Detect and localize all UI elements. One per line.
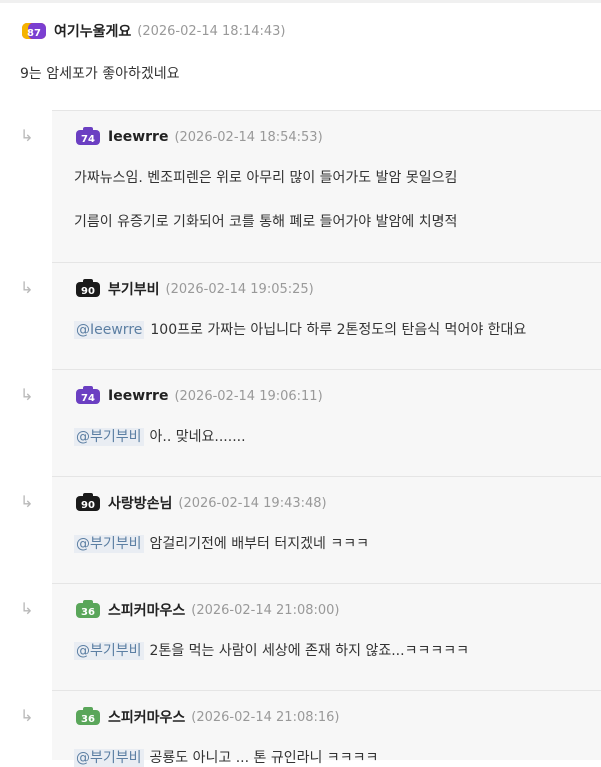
reply-comment: 90 사랑방손님 (2026-02-14 19:43:48) @부기부비 암걸리기전에 …	[52, 476, 601, 584]
comment-nickname[interactable]: 여기누울게요	[54, 21, 131, 41]
level-badge: 87	[20, 21, 48, 41]
comment-text: 9는 암세포가 좋아하겠네요	[20, 66, 180, 82]
reply-text-content: 암걸리기전에 배부터 터지겠네 ㅋㅋㅋ	[149, 536, 369, 552]
reply-text-content: 공룡도 아니고 ... 톤 규인라니 ㅋㅋㅋㅋ	[149, 750, 379, 766]
reply-text: @부기부비 아.. 맞네요.......	[74, 426, 246, 446]
reply-nickname[interactable]: Ieewrre	[108, 388, 168, 404]
level-badge: 90	[74, 279, 102, 299]
level-badge: 36	[74, 707, 102, 727]
reply-text-content: 가짜뉴스임. 벤조피렌은 위로 아무리 많이 들어가도 발암 못일으킴	[74, 170, 458, 186]
reply-text-content: 2톤을 먹는 사람이 세상에 존재 하지 않죠...ㅋㅋㅋㅋㅋ	[149, 643, 469, 659]
level-badge: 74	[74, 386, 102, 406]
reply-header: 74 Ieewrre (2026-02-14 18:54:53)	[74, 127, 323, 147]
reply-text: @부기부비 암걸리기전에 배부터 터지겠네 ㅋㅋㅋ	[74, 533, 369, 553]
main-comment: 87 여기누울게요 (2026-02-14 18:14:43) 9는 암세포가 …	[0, 0, 601, 110]
reply-timestamp: (2026-02-14 19:43:48)	[178, 495, 327, 511]
mention-link[interactable]: @부기부비	[74, 428, 144, 446]
reply-header: 36 스피커마우스 (2026-02-14 21:08:00)	[74, 600, 340, 620]
reply-nickname[interactable]: Ieewrre	[108, 129, 168, 145]
comment-timestamp: (2026-02-14 18:14:43)	[137, 23, 286, 39]
reply-text-content: 아.. 맞네요.......	[149, 429, 246, 445]
reply-timestamp: (2026-02-14 19:05:25)	[165, 281, 314, 297]
reply-text: @부기부비 공룡도 아니고 ... 톤 규인라니 ㅋㅋㅋㅋ	[74, 747, 378, 767]
svg-text:90: 90	[81, 500, 95, 511]
reply-arrow-icon: ↳	[20, 599, 34, 618]
reply-text: 가짜뉴스임. 벤조피렌은 위로 아무리 많이 들어가도 발암 못일으킴	[74, 167, 457, 187]
level-badge: 74	[74, 127, 102, 147]
reply-header: 90 부기부비 (2026-02-14 19:05:25)	[74, 279, 314, 299]
reply-arrow-icon: ↳	[20, 385, 34, 404]
reply-timestamp: (2026-02-14 18:54:53)	[174, 129, 323, 145]
reply-comment: 36 스피커마우스 (2026-02-14 21:08:00) @부기부비 2톤을 먹는…	[52, 583, 601, 691]
reply-nickname[interactable]: 부기부비	[108, 279, 160, 299]
reply-text-line2: 기름이 유증기로 기화되어 코를 통해 폐로 들어가야 발암에 치명적	[74, 214, 458, 230]
reply-comment: 74 Ieewrre (2026-02-14 19:06:11) @부기부비 아.. 맞…	[52, 369, 601, 477]
reply-arrow-icon: ↳	[20, 278, 34, 297]
comment-header: 87 여기누울게요 (2026-02-14 18:14:43)	[20, 21, 286, 41]
mention-link[interactable]: @부기부비	[74, 535, 144, 553]
reply-comment: 90 부기부비 (2026-02-14 19:05:25) @Ieewrre 100프로…	[52, 262, 601, 370]
level-badge: 90	[74, 493, 102, 513]
reply-header: 36 스피커마우스 (2026-02-14 21:08:16)	[74, 707, 340, 727]
reply-text: @Ieewrre 100프로 가짜는 아닙니다 하루 2톤정도의 탄음식 먹어야 …	[74, 319, 526, 339]
svg-text:74: 74	[81, 134, 95, 145]
reply-nickname[interactable]: 사랑방손님	[108, 493, 172, 513]
reply-timestamp: (2026-02-14 19:06:11)	[174, 388, 323, 404]
reply-arrow-icon: ↳	[20, 492, 34, 511]
mention-link[interactable]: @부기부비	[74, 749, 144, 767]
mention-link[interactable]: @부기부비	[74, 642, 144, 660]
svg-text:90: 90	[81, 286, 95, 297]
reply-arrow-icon: ↳	[20, 706, 34, 725]
reply-timestamp: (2026-02-14 21:08:00)	[191, 602, 340, 618]
svg-text:74: 74	[81, 393, 95, 404]
level-badge: 36	[74, 600, 102, 620]
reply-timestamp: (2026-02-14 21:08:16)	[191, 709, 340, 725]
svg-text:87: 87	[27, 28, 41, 39]
reply-arrow-icon: ↳	[20, 126, 34, 145]
reply-header: 90 사랑방손님 (2026-02-14 19:43:48)	[74, 493, 327, 513]
reply-header: 74 Ieewrre (2026-02-14 19:06:11)	[74, 386, 323, 406]
svg-text:36: 36	[81, 714, 95, 725]
reply-comment: 74 Ieewrre (2026-02-14 18:54:53) 가짜뉴스임. 벤조피…	[52, 110, 601, 263]
reply-nickname[interactable]: 스피커마우스	[108, 707, 185, 727]
reply-text-content: 100프로 가짜는 아닙니다 하루 2톤정도의 탄음식 먹어야 한대요	[150, 322, 527, 338]
reply-text: @부기부비 2톤을 먹는 사람이 세상에 존재 하지 않죠...ㅋㅋㅋㅋㅋ	[74, 640, 469, 660]
reply-nickname[interactable]: 스피커마우스	[108, 600, 185, 620]
svg-text:36: 36	[81, 607, 95, 618]
reply-comment: 36 스피커마우스 (2026-02-14 21:08:16) @부기부비 공룡도 아니…	[52, 690, 601, 767]
mention-link[interactable]: @Ieewrre	[74, 321, 145, 339]
